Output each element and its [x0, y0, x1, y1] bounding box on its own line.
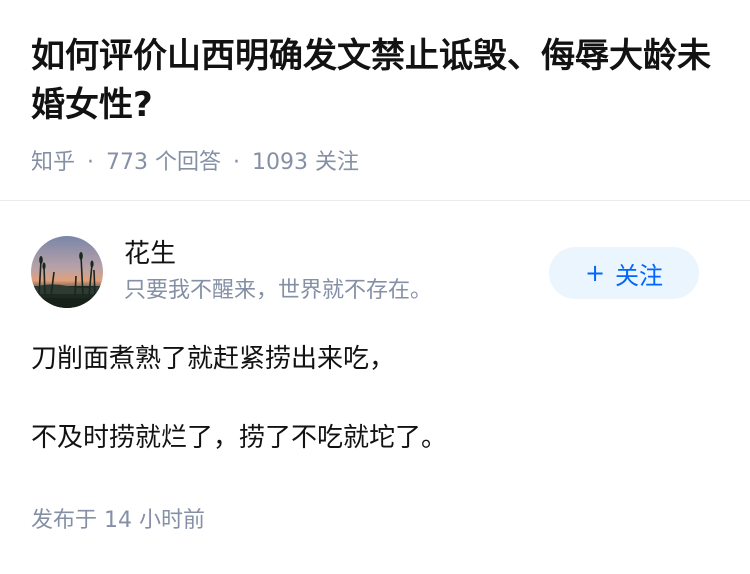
plus-icon: + [584, 259, 606, 287]
question-meta: 知乎 · 773 个回答 · 1093 关注 [31, 148, 721, 178]
divider [0, 200, 750, 201]
answer-paragraph: 不及时捞就烂了，捞了不吃就坨了。 [31, 423, 448, 453]
answer-paragraph: 刀削面煮熟了就赶紧捞出来吃， [31, 344, 396, 374]
author-card: 花生 只要我不醒来，世界就不存在。 + 关注 [31, 234, 721, 310]
meta-separator: · [87, 150, 95, 175]
question-header: 如何评价山西明确发文禁止诋毁、侮辱大龄未婚女性? 知乎 · 773 个回答 · 1093… [31, 32, 721, 178]
source-label[interactable]: 知乎 [31, 150, 75, 175]
author-name[interactable]: 花生 [124, 236, 176, 272]
follower-count: 1093 关注 [252, 150, 359, 175]
answer-content[interactable]: 刀削面煮熟了就赶紧捞出来吃， 不及时捞就烂了，捞了不吃就坨了。 [31, 340, 721, 498]
meta-separator: · [233, 150, 241, 175]
follow-button[interactable]: + 关注 [549, 247, 699, 299]
avatar-sunset-photo-icon [31, 236, 103, 308]
avatar[interactable] [31, 236, 103, 308]
follow-label: 关注 [615, 261, 664, 290]
publish-time: 发布于 14 小时前 [31, 508, 205, 533]
answer-count[interactable]: 773 个回答 [106, 150, 221, 175]
question-title[interactable]: 如何评价山西明确发文禁止诋毁、侮辱大龄未婚女性? [31, 32, 721, 130]
author-bio: 只要我不醒来，世界就不存在。 [124, 278, 433, 303]
